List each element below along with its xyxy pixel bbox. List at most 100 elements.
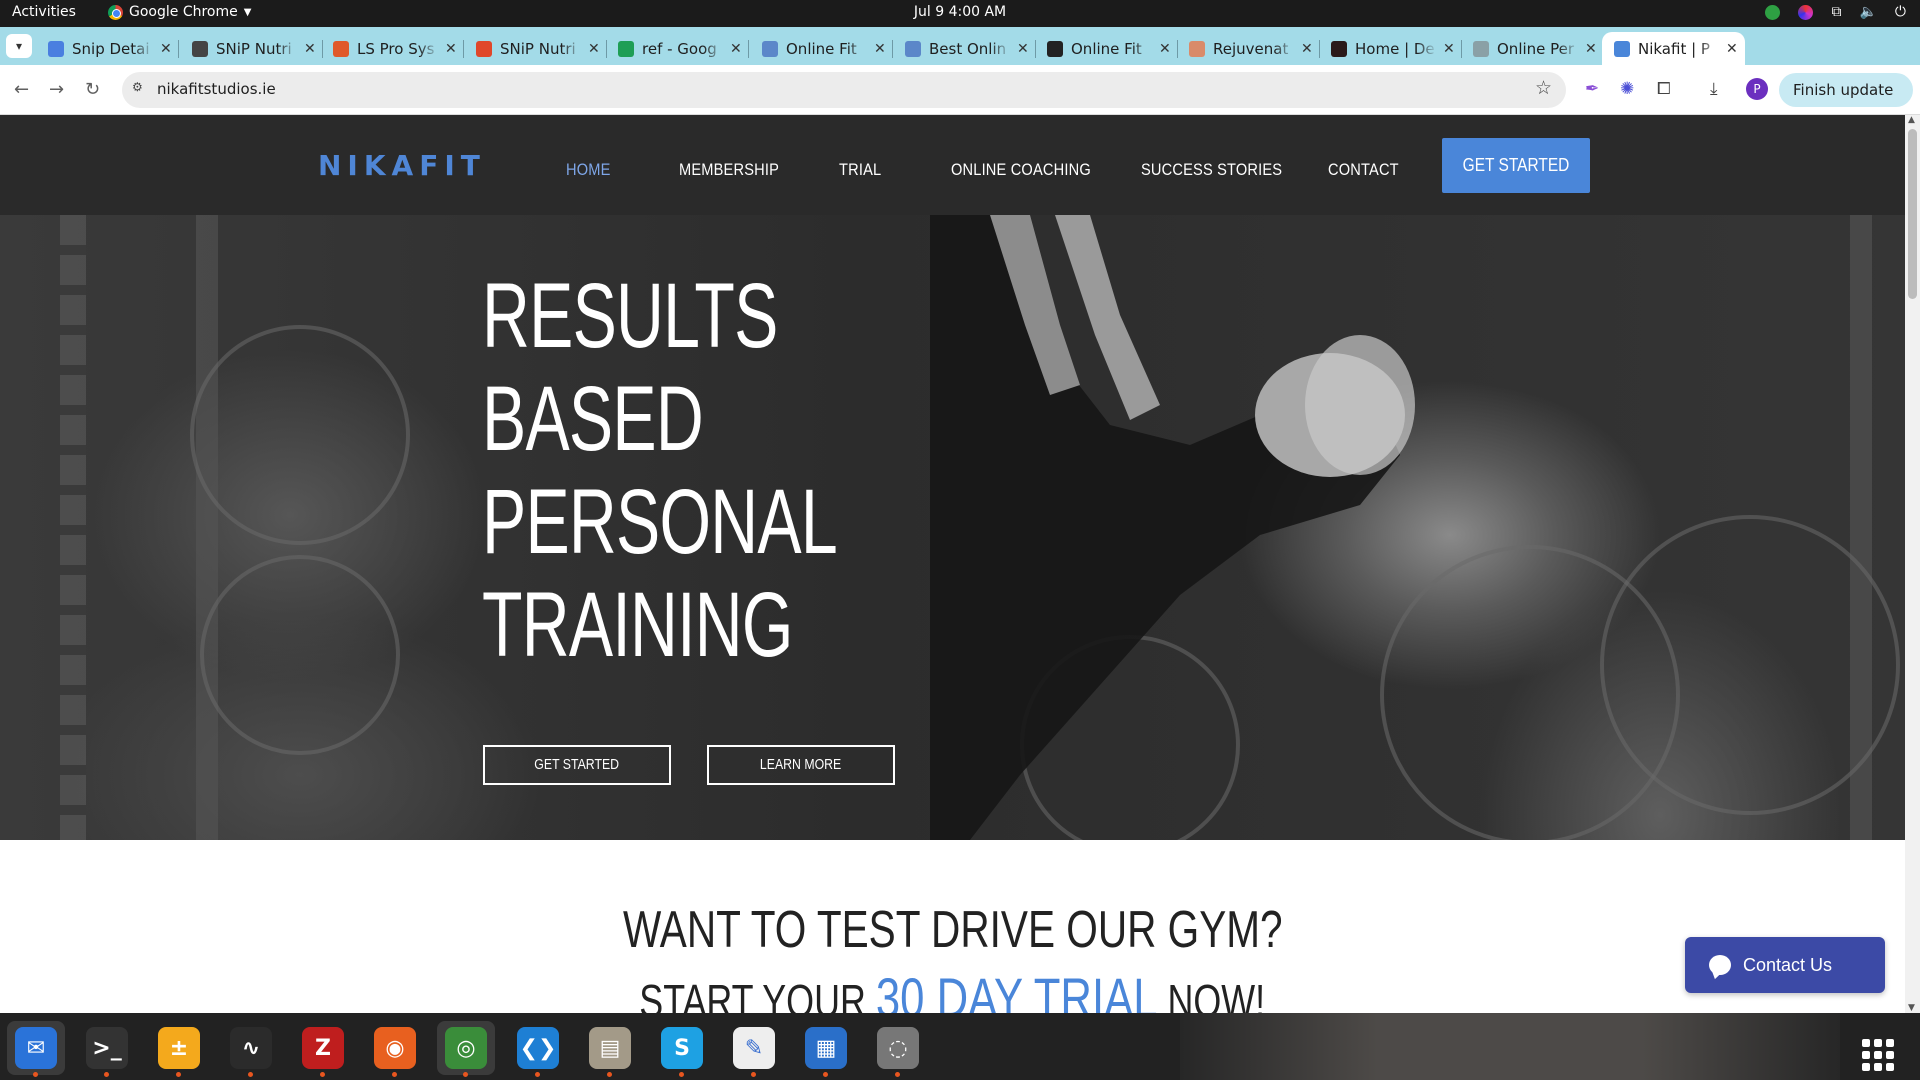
dock-item[interactable]: ◎ — [437, 1021, 495, 1077]
activities-button[interactable]: Activities — [12, 4, 76, 20]
tab-title: ref - Goog — [642, 39, 717, 58]
back-button[interactable]: ← — [14, 79, 29, 100]
page-scrollbar[interactable]: ▲ ▼ — [1905, 115, 1920, 1013]
browser-tab[interactable]: SNiP Nutri ✕ — [464, 32, 607, 65]
dock-item[interactable]: Z — [294, 1021, 352, 1077]
tab-close-icon[interactable]: ✕ — [874, 41, 886, 57]
tab-close-icon[interactable]: ✕ — [588, 41, 600, 57]
extensions-puzzle-icon[interactable]: ⧠ — [1657, 79, 1671, 99]
browser-tab[interactable]: ref - Goog ✕ — [606, 32, 749, 65]
dock-item[interactable]: ◉ — [366, 1021, 424, 1077]
rack-post — [60, 215, 86, 840]
update-indicator-icon[interactable] — [1765, 4, 1781, 20]
running-indicator — [176, 1072, 181, 1077]
pen-extension-icon[interactable]: ✒ — [1585, 79, 1599, 99]
trial-sub-accent[interactable]: 30 DAY TRIAL — [876, 966, 1158, 1013]
tab-close-icon[interactable]: ✕ — [1301, 41, 1313, 57]
forward-button[interactable]: → — [49, 79, 64, 100]
browser-tab[interactable]: Online Fit ✕ — [750, 32, 893, 65]
tab-close-icon[interactable]: ✕ — [730, 41, 742, 57]
tab-close-icon[interactable]: ✕ — [304, 41, 316, 57]
trial-heading: WANT TO TEST DRIVE OUR GYM? — [0, 900, 1905, 960]
dock-item[interactable]: ∿ — [222, 1021, 280, 1077]
dock: ✉ >_ ± ∿ Z ◉ ◎ ❮❯ ▤ S ✎ ▦ ◌ — [0, 1013, 1920, 1080]
finish-update-button[interactable]: Finish update ⋮ — [1779, 73, 1913, 133]
nav-home[interactable]: HOME — [566, 160, 611, 180]
nav-success-stories[interactable]: SUCCESS STORIES — [1141, 160, 1282, 180]
system-top-bar: Activities Google Chrome ▼ Jul 9 4:00 AM… — [0, 0, 1920, 27]
running-indicator — [248, 1072, 253, 1077]
clock[interactable]: Jul 9 4:00 AM — [914, 4, 1006, 20]
dock-item[interactable]: ◌ — [869, 1021, 927, 1077]
tab-close-icon[interactable]: ✕ — [1159, 41, 1171, 57]
contact-us-widget[interactable]: Contact Us — [1685, 937, 1885, 993]
system-tray[interactable]: ⧉ 🔈 ⏻ — [1765, 4, 1906, 20]
dock-item[interactable]: ✎ — [725, 1021, 783, 1077]
trial-subheading: START YOUR 30 DAY TRIAL NOW! — [0, 965, 1905, 1013]
browser-tab[interactable]: SNiP Nutri ✕ — [180, 32, 323, 65]
extension-icon[interactable]: ✺ — [1620, 79, 1634, 99]
show-apps-icon[interactable] — [1862, 1039, 1894, 1071]
nav-membership[interactable]: MEMBERSHIP — [679, 160, 779, 180]
dock-item[interactable]: ▦ — [797, 1021, 855, 1077]
chrome-icon: ◎ — [445, 1027, 487, 1069]
dock-item[interactable]: ± — [150, 1021, 208, 1077]
browser-tab[interactable]: LS Pro Sys ✕ — [321, 32, 464, 65]
scroll-down-icon[interactable]: ▼ — [1908, 1003, 1915, 1013]
url-text[interactable]: nikafitstudios.ie — [157, 80, 276, 98]
learn-more-button[interactable]: LEARN MORE — [707, 745, 895, 785]
skype-icon: S — [661, 1027, 703, 1069]
site-logo[interactable]: NIKAFIT — [318, 149, 486, 182]
running-indicator — [679, 1072, 684, 1077]
nav-trial[interactable]: TRIAL — [839, 160, 881, 180]
nav-contact[interactable]: CONTACT — [1328, 160, 1399, 180]
power-icon[interactable]: ⏻ — [1895, 4, 1906, 20]
reload-button[interactable]: ↻ — [85, 79, 100, 100]
scrollbar-thumb[interactable] — [1908, 129, 1917, 299]
network-icon[interactable]: ⧉ — [1831, 4, 1841, 20]
tab-close-icon[interactable]: ✕ — [1443, 41, 1455, 57]
browser-tab[interactable]: Online Per ✕ — [1461, 32, 1604, 65]
nav-online-coaching[interactable]: ONLINE COACHING — [951, 160, 1091, 180]
tab-close-icon[interactable]: ✕ — [445, 41, 457, 57]
get-started-header-button[interactable]: GET STARTED — [1442, 138, 1590, 193]
app-menu[interactable]: Google Chrome ▼ — [108, 4, 251, 20]
files-icon: ▤ — [589, 1027, 631, 1069]
tab-favicon-icon — [333, 40, 349, 57]
browser-tab[interactable]: Nikafit | P ✕ — [1602, 32, 1745, 65]
dock-item[interactable]: S — [653, 1021, 711, 1077]
tab-search-button[interactable]: ▾ — [6, 34, 32, 58]
firefox-icon: ◉ — [374, 1027, 416, 1069]
finish-update-label: Finish update — [1793, 81, 1894, 99]
tab-close-icon[interactable]: ✕ — [1726, 41, 1738, 57]
thunderbird-icon: ✉ — [15, 1027, 57, 1069]
dock-item[interactable]: ▤ — [581, 1021, 639, 1077]
dock-item[interactable]: ❮❯ — [509, 1021, 567, 1077]
tab-close-icon[interactable]: ✕ — [1585, 41, 1597, 57]
dock-item[interactable]: ✉ — [7, 1021, 65, 1077]
dock-item[interactable]: >_ — [78, 1021, 136, 1077]
color-picker-icon[interactable] — [1798, 4, 1814, 20]
get-started-hero-button[interactable]: GET STARTED — [483, 745, 671, 785]
download-icon[interactable]: ⤓ — [1710, 79, 1718, 99]
browser-tab[interactable]: Rejuvenat ✕ — [1177, 32, 1320, 65]
site-info-icon[interactable]: ⚙ — [132, 80, 152, 100]
get-started-header-label: GET STARTED — [1462, 155, 1570, 175]
tab-separator — [178, 40, 179, 58]
volume-icon[interactable]: 🔈 — [1859, 4, 1876, 20]
text-editor-icon: ✎ — [733, 1027, 775, 1069]
profile-avatar[interactable]: P — [1746, 78, 1768, 100]
learn-more-label: LEARN MORE — [760, 756, 842, 773]
weight-plate — [200, 555, 400, 755]
browser-tab[interactable]: Best Onlin ✕ — [893, 32, 1036, 65]
scroll-up-icon[interactable]: ▲ — [1908, 115, 1915, 125]
tab-close-icon[interactable]: ✕ — [1017, 41, 1029, 57]
bookmark-star-icon[interactable]: ☆ — [1535, 77, 1552, 99]
tab-close-icon[interactable]: ✕ — [160, 41, 172, 57]
browser-tab[interactable]: Snip Detai ✕ — [36, 32, 179, 65]
address-bar[interactable]: ⚙ nikafitstudios.ie ☆ — [122, 72, 1566, 108]
tab-favicon-icon — [48, 40, 64, 57]
browser-tab[interactable]: Home | De ✕ — [1319, 32, 1462, 65]
browser-tab[interactable]: Online Fit ✕ — [1035, 32, 1178, 65]
tab-title: SNiP Nutri — [500, 39, 576, 58]
